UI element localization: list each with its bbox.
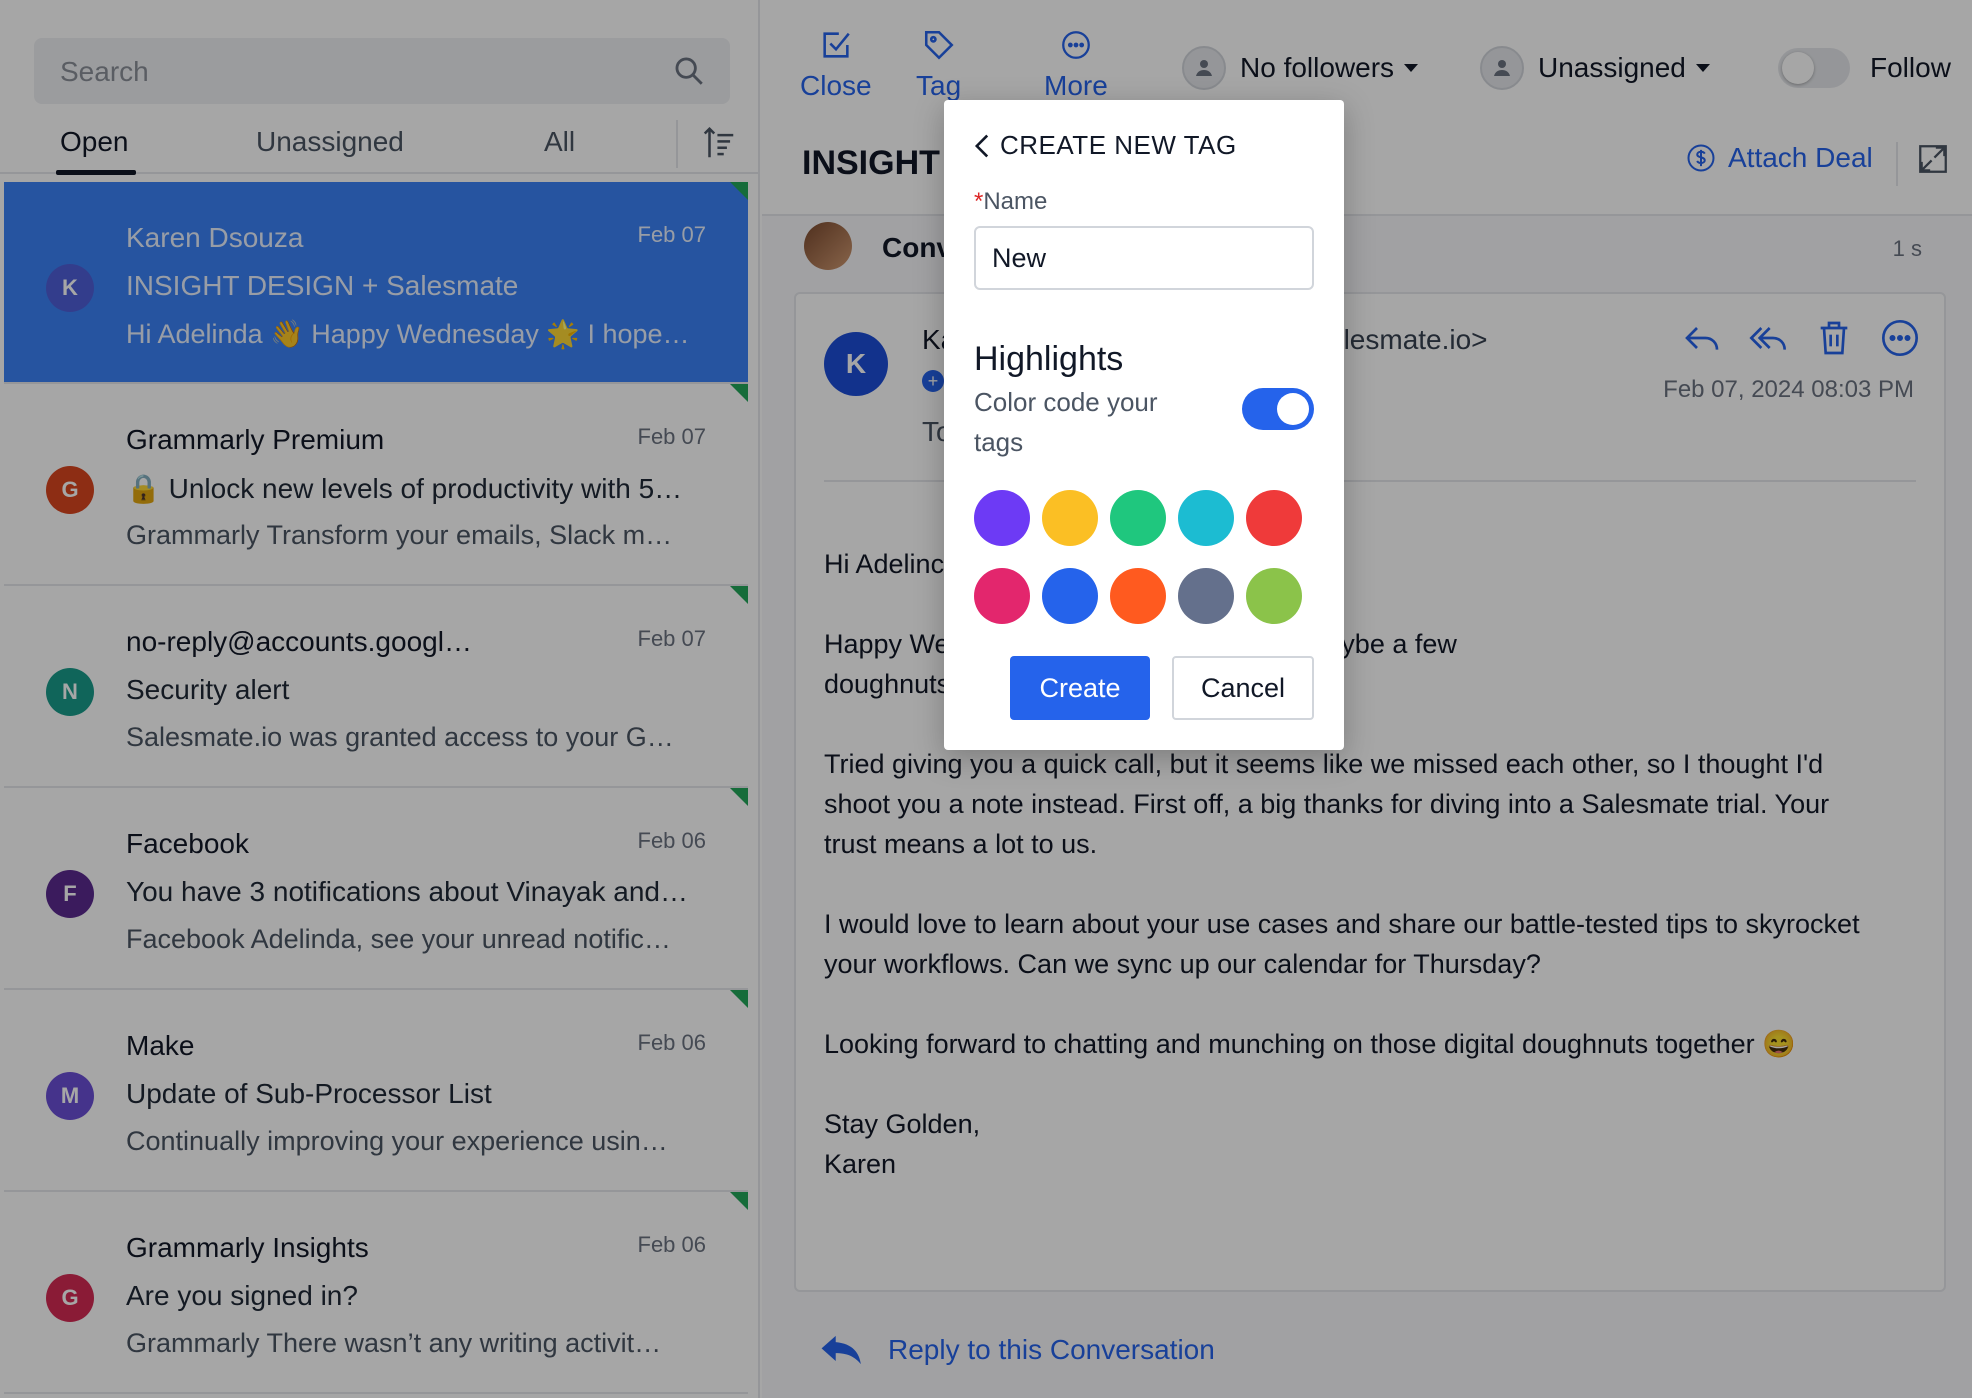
color-swatch[interactable] [1246,490,1302,546]
color-swatch[interactable] [1178,568,1234,624]
name-field-label: *Name [974,188,1047,216]
name-label: Name [983,188,1048,215]
toggle-knob [1277,393,1309,425]
create-tag-dialog: CREATE NEW TAG *Name Highlights Color co… [944,100,1344,750]
color-swatch[interactable] [1110,490,1166,546]
back-button[interactable]: CREATE NEW TAG [972,130,1237,161]
tag-name-input[interactable] [974,226,1314,290]
create-button[interactable]: Create [1010,656,1150,720]
color-swatch[interactable] [1178,490,1234,546]
color-swatch[interactable] [1042,568,1098,624]
dialog-title: CREATE NEW TAG [1000,130,1237,160]
required-mark: * [974,188,984,215]
highlights-title: Highlights [974,340,1124,378]
color-swatch[interactable] [1110,568,1166,624]
highlights-subtitle: Color code your tags [974,387,1158,457]
color-swatches [974,490,1314,624]
color-swatch[interactable] [1246,568,1302,624]
highlights-toggle[interactable] [1242,388,1314,430]
color-swatch[interactable] [974,568,1030,624]
color-swatch[interactable] [1042,490,1098,546]
cancel-button[interactable]: Cancel [1172,656,1314,720]
color-swatch[interactable] [974,490,1030,546]
chevron-left-icon [974,134,989,157]
